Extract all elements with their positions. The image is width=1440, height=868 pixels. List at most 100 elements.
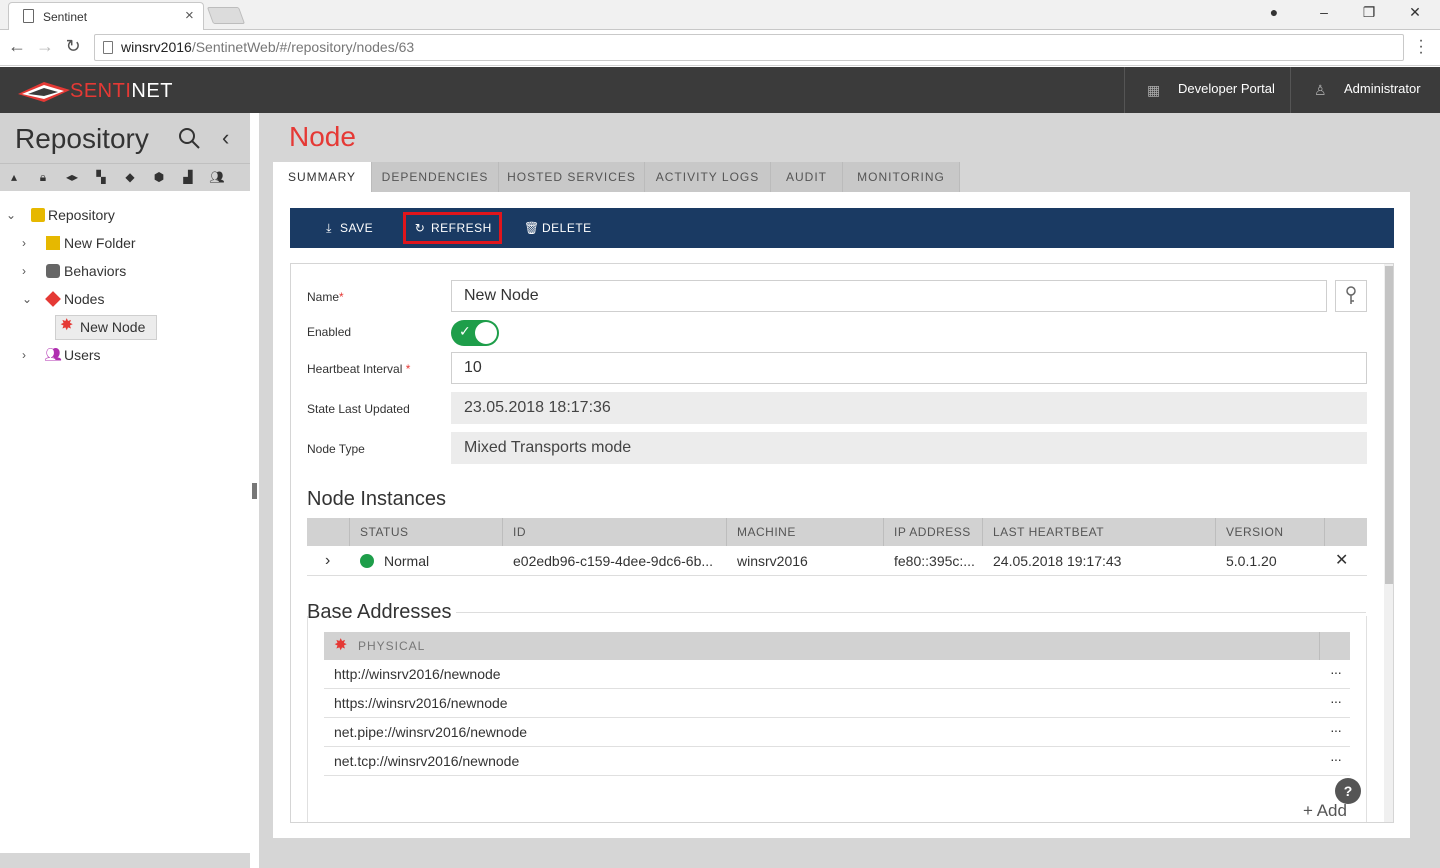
state-updated-label: State Last Updated xyxy=(307,402,410,416)
more-icon[interactable]: ··· xyxy=(1330,716,1342,744)
filter-gear-icon[interactable]: ⬢ xyxy=(151,170,167,184)
more-icon[interactable]: ··· xyxy=(1330,687,1342,715)
restore-icon[interactable]: ❐ xyxy=(1359,4,1379,21)
splitter-grip[interactable] xyxy=(252,483,257,499)
delete-button[interactable]: 🗑︎ DELETE xyxy=(524,217,592,241)
filter-lock-icon[interactable]: 🔒︎ xyxy=(35,170,51,184)
tree-label: Behaviors xyxy=(64,263,127,279)
back-icon[interactable]: ← xyxy=(6,36,28,57)
heartbeat-input[interactable]: 10 xyxy=(451,352,1367,384)
physical-group-header: ✸ PHYSICAL xyxy=(324,632,1350,660)
tab-dependencies[interactable]: DEPENDENCIES xyxy=(372,162,499,192)
close-window-icon[interactable]: ✕ xyxy=(1405,4,1425,21)
tree-label: New Node xyxy=(80,319,146,335)
expand-row-icon[interactable]: › xyxy=(315,546,345,576)
close-tab-icon[interactable]: × xyxy=(185,7,194,24)
minimize-icon[interactable]: – xyxy=(1314,4,1334,20)
col-version[interactable]: VERSION xyxy=(1215,518,1324,546)
col-ip-address[interactable]: IP ADDRESS xyxy=(883,518,982,546)
tree-item-nodes[interactable]: ⌄ Nodes xyxy=(22,287,222,311)
status-cell: Normal xyxy=(350,546,502,576)
col-machine[interactable]: MACHINE xyxy=(726,518,883,546)
col-last-heartbeat[interactable]: LAST HEARTBEAT xyxy=(982,518,1215,546)
key-button[interactable] xyxy=(1335,280,1367,312)
status-ok-icon xyxy=(360,554,374,568)
header-divider xyxy=(1124,67,1125,113)
tree-item-users[interactable]: › 👥︎ Users xyxy=(22,343,222,367)
filter-diamond-icon[interactable]: ◆ xyxy=(122,170,138,184)
url-input[interactable]: winsrv2016/SentinetWeb/#/repository/node… xyxy=(94,34,1404,61)
reload-icon[interactable]: ↻ xyxy=(62,36,84,57)
list-item[interactable]: net.pipe://winsrv2016/newnode ··· xyxy=(324,718,1350,747)
logo-text-net: NET xyxy=(131,80,173,102)
tab-audit[interactable]: AUDIT xyxy=(771,162,843,192)
tab-summary[interactable]: SUMMARY xyxy=(273,162,372,192)
delete-label: DELETE xyxy=(542,221,592,235)
key-icon xyxy=(1346,286,1356,304)
heartbeat-cell: 24.05.2018 19:17:43 xyxy=(993,553,1122,569)
list-item[interactable]: https://winsrv2016/newnode ··· xyxy=(324,689,1350,718)
enabled-toggle[interactable]: ✓ xyxy=(451,320,499,346)
filter-cube-icon[interactable]: ▚ xyxy=(93,170,109,184)
tab-activity-logs[interactable]: ACTIVITY LOGS xyxy=(645,162,771,192)
profile-icon[interactable]: ● xyxy=(1264,4,1284,20)
tree-item-new-folder[interactable]: › New Folder xyxy=(22,231,222,255)
filter-users-icon[interactable]: 👥︎ xyxy=(209,170,225,184)
version-cell: 5.0.1.20 xyxy=(1226,553,1277,569)
add-address-button[interactable]: + Add xyxy=(1303,801,1347,821)
tab-monitoring[interactable]: MONITORING xyxy=(843,162,960,192)
url-path: /SentinetWeb/#/repository/nodes/63 xyxy=(191,39,415,55)
new-tab-button[interactable] xyxy=(206,7,246,24)
logo-mark-icon xyxy=(18,82,70,102)
tree-item-behaviors[interactable]: › Behaviors xyxy=(22,259,222,283)
col-status[interactable]: STATUS xyxy=(349,518,502,546)
tree-label: Nodes xyxy=(64,291,105,307)
refresh-label: REFRESH xyxy=(431,221,492,235)
filter-arrows-icon[interactable]: ◂▸ xyxy=(64,170,80,184)
chevron-down-icon[interactable]: ⌄ xyxy=(6,203,18,227)
address-text: net.pipe://winsrv2016/newnode xyxy=(334,724,528,740)
form-scrollbar[interactable] xyxy=(1384,264,1393,822)
collapse-sidebar-icon[interactable]: ‹ xyxy=(222,125,229,151)
app-header: SENTINET ▦ Developer Portal ♙ Administra… xyxy=(0,67,1440,113)
filter-api-icon[interactable]: ▴ xyxy=(6,170,22,184)
grid-icon: ▦ xyxy=(1147,82,1161,98)
search-icon[interactable] xyxy=(178,127,200,149)
chevron-down-icon[interactable]: ⌄ xyxy=(22,287,34,311)
chevron-right-icon[interactable]: › xyxy=(22,259,34,283)
name-input[interactable]: New Node xyxy=(451,280,1327,312)
more-icon[interactable]: ··· xyxy=(1330,745,1342,773)
remove-instance-icon[interactable]: ✕ xyxy=(1325,546,1365,576)
behaviors-icon xyxy=(46,264,60,278)
main-content: Node SUMMARY DEPENDENCIES HOSTED SERVICE… xyxy=(259,113,1440,868)
sidebar-scrollbar[interactable] xyxy=(0,853,250,868)
header-divider xyxy=(1290,67,1291,113)
tree-label: Users xyxy=(64,347,101,363)
browser-menu-icon[interactable]: · · · xyxy=(1414,33,1428,61)
tree-item-repository[interactable]: ⌄ Repository xyxy=(6,203,206,227)
tab-hosted-services[interactable]: HOSTED SERVICES xyxy=(499,162,645,192)
filter-node-icon[interactable]: ▟ xyxy=(180,170,196,184)
check-icon: ✓ xyxy=(459,323,471,339)
chevron-right-icon[interactable]: › xyxy=(22,343,34,367)
scrollbar-thumb[interactable] xyxy=(1385,266,1393,584)
sentinet-logo[interactable]: SENTINET xyxy=(16,78,172,104)
browser-tab[interactable]: Sentinet × xyxy=(8,2,204,30)
node-type-label: Node Type xyxy=(307,442,365,456)
save-button[interactable]: ⤓ SAVE xyxy=(322,217,373,241)
col-id[interactable]: ID xyxy=(502,518,726,546)
table-row[interactable]: › Normal e02edb96-c159-4dee-9dc6-6b... w… xyxy=(307,546,1367,576)
tree-item-new-node[interactable]: ✸ New Node xyxy=(60,315,160,339)
refresh-button[interactable]: ↻ REFRESH xyxy=(403,212,502,244)
list-item[interactable]: http://winsrv2016/newnode ··· xyxy=(324,660,1350,689)
logo-text-senti: SENTI xyxy=(70,80,132,102)
more-icon[interactable]: ··· xyxy=(1330,658,1342,686)
forward-icon[interactable]: → xyxy=(34,36,56,57)
pane-splitter[interactable] xyxy=(250,113,259,868)
toggle-knob xyxy=(475,322,497,344)
list-item[interactable]: net.tcp://winsrv2016/newnode ··· xyxy=(324,747,1350,776)
page-info-icon[interactable] xyxy=(103,41,113,54)
chevron-right-icon[interactable]: › xyxy=(22,231,34,255)
help-button[interactable]: ? xyxy=(1335,778,1361,804)
node-error-icon: ✸ xyxy=(60,317,74,334)
